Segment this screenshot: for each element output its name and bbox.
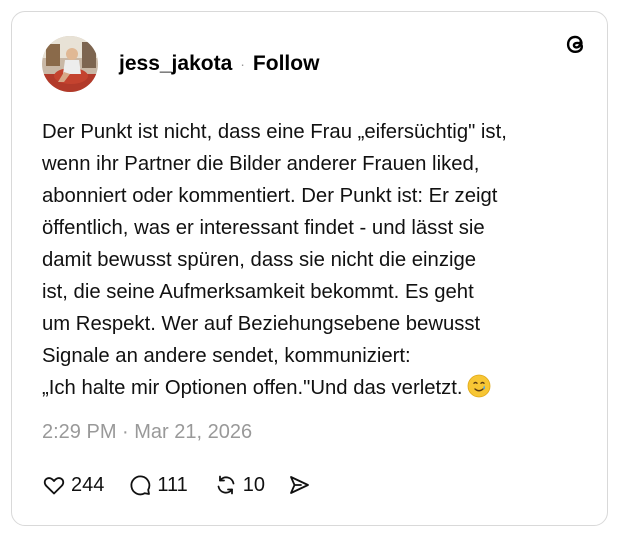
repost-button[interactable]: 10: [214, 473, 265, 497]
share-button[interactable]: [287, 473, 311, 497]
comment-bubble-icon: [130, 475, 151, 496]
send-icon: [290, 476, 309, 494]
post-body: Der Punkt ist nicht, dass eine Frau „eif…: [42, 121, 507, 399]
like-count: 244: [71, 473, 105, 496]
reply-count: 111: [157, 473, 188, 496]
separator-dot: ·: [240, 56, 245, 72]
post-timestamp: 2:29 PM · Mar 21, 2026: [42, 421, 253, 443]
post-header: jess_jakota · Follow: [42, 36, 319, 92]
like-button[interactable]: 244: [42, 473, 104, 497]
avatar[interactable]: [42, 36, 98, 92]
username[interactable]: jess_jakota: [119, 52, 232, 76]
heart-icon: [43, 477, 65, 495]
action-bar: 244 111 10: [42, 470, 311, 500]
smiling-face-with-tear-icon: [467, 374, 491, 408]
repost-count: 10: [242, 473, 266, 496]
post-text: Der Punkt ist nicht, dass eine Frau „eif…: [42, 116, 562, 408]
follow-button[interactable]: Follow: [253, 52, 320, 76]
threads-logo-icon[interactable]: [562, 30, 590, 58]
reply-button[interactable]: 111: [128, 473, 188, 497]
repost-icon: [217, 475, 235, 495]
